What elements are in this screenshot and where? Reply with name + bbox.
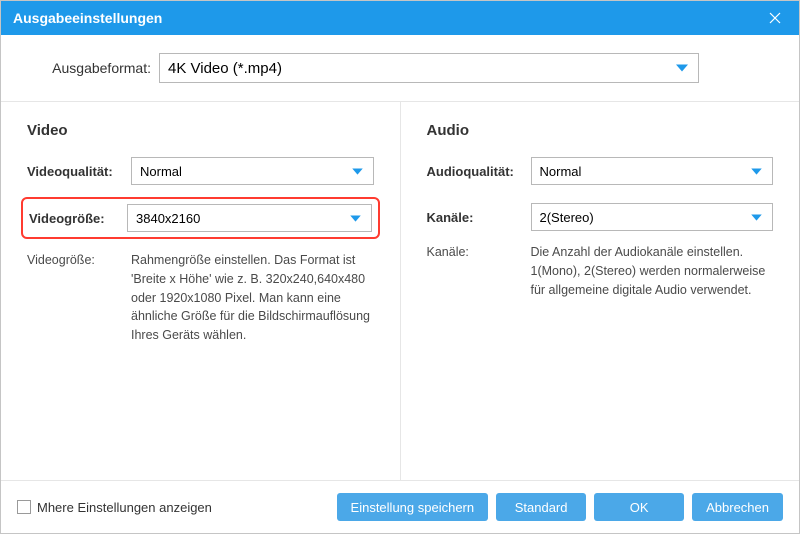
chevron-down-icon: [350, 211, 361, 226]
audio-quality-row: Audioqualität: Normal: [427, 157, 774, 185]
chevron-down-icon: [676, 60, 688, 77]
video-size-desc-text: Rahmengröße einstellen. Das Format ist '…: [131, 251, 374, 345]
close-icon[interactable]: [763, 6, 787, 30]
audio-channels-desc-text: Die Anzahl der Audiokanäle einstellen. 1…: [531, 243, 774, 299]
titlebar: Ausgabeeinstellungen: [1, 1, 799, 35]
video-size-value: 3840x2160: [136, 211, 200, 226]
audio-channels-row: Kanäle: 2(Stereo): [427, 203, 774, 231]
chevron-down-icon: [352, 164, 363, 179]
audio-channels-description: Kanäle: Die Anzahl der Audiokanäle einst…: [427, 243, 774, 299]
settings-columns: Video Videoqualität: Normal Videogröße: …: [1, 102, 799, 480]
audio-heading: Audio: [427, 122, 774, 139]
video-size-select[interactable]: 3840x2160: [127, 204, 372, 232]
audio-channels-select[interactable]: 2(Stereo): [531, 203, 774, 231]
show-more-settings-checkbox[interactable]: Mhere Einstellungen anzeigen: [17, 500, 212, 515]
output-format-label: Ausgabeformat:: [31, 60, 151, 76]
audio-column: Audio Audioqualität: Normal Kanäle: 2(St…: [401, 102, 800, 480]
video-heading: Video: [27, 122, 374, 139]
output-settings-dialog: Ausgabeeinstellungen Ausgabeformat: 4K V…: [0, 0, 800, 534]
video-size-description: Videogröße: Rahmengröße einstellen. Das …: [27, 251, 374, 345]
video-column: Video Videoqualität: Normal Videogröße: …: [1, 102, 401, 480]
video-quality-label: Videoqualität:: [27, 164, 131, 179]
audio-channels-value: 2(Stereo): [540, 210, 594, 225]
output-format-select[interactable]: 4K Video (*.mp4): [159, 53, 699, 83]
video-quality-row: Videoqualität: Normal: [27, 157, 374, 185]
output-format-row: Ausgabeformat: 4K Video (*.mp4): [1, 35, 799, 102]
video-quality-value: Normal: [140, 164, 182, 179]
audio-quality-label: Audioqualität:: [427, 164, 531, 179]
cancel-button[interactable]: Abbrechen: [692, 493, 783, 521]
audio-quality-value: Normal: [540, 164, 582, 179]
ok-button[interactable]: OK: [594, 493, 684, 521]
chevron-down-icon: [751, 164, 762, 179]
show-more-settings-label: Mhere Einstellungen anzeigen: [37, 500, 212, 515]
video-size-label: Videogröße:: [29, 211, 127, 226]
window-title: Ausgabeeinstellungen: [13, 10, 162, 26]
dialog-footer: Mhere Einstellungen anzeigen Einstellung…: [1, 480, 799, 533]
audio-quality-select[interactable]: Normal: [531, 157, 774, 185]
audio-channels-label: Kanäle:: [427, 210, 531, 225]
video-quality-select[interactable]: Normal: [131, 157, 374, 185]
video-size-row: Videogröße: 3840x2160: [21, 197, 380, 239]
save-settings-button[interactable]: Einstellung speichern: [337, 493, 489, 521]
standard-button[interactable]: Standard: [496, 493, 586, 521]
checkbox-box: [17, 500, 31, 514]
video-size-desc-label: Videogröße:: [27, 251, 131, 345]
output-format-value: 4K Video (*.mp4): [168, 60, 282, 77]
chevron-down-icon: [751, 210, 762, 225]
audio-channels-desc-label: Kanäle:: [427, 243, 531, 299]
